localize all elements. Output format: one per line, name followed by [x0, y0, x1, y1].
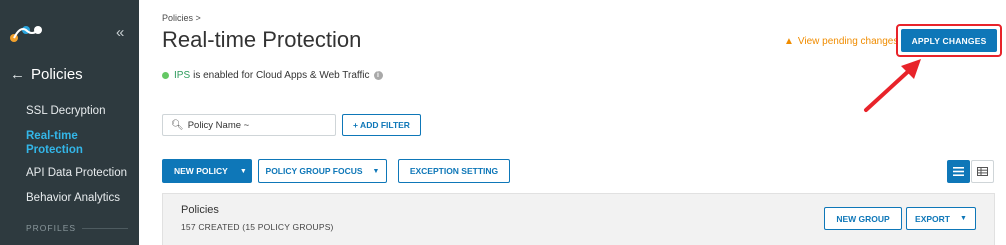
breadcrumb[interactable]: Policies >	[162, 13, 201, 23]
list-view-toggle[interactable]	[947, 160, 970, 183]
apply-changes-button[interactable]: APPLY CHANGES	[901, 29, 997, 52]
policies-panel-header: Policies 157 CREATED (15 POLICY GROUPS) …	[162, 193, 995, 245]
apply-changes-highlight: APPLY CHANGES	[896, 24, 1002, 57]
add-filter-button[interactable]: + ADD FILTER	[342, 114, 421, 136]
profiles-section-header: PROFILES	[26, 223, 129, 233]
search-icon: 🔍︎	[171, 119, 184, 131]
collapse-sidebar-icon[interactable]: «	[116, 24, 124, 41]
chevron-down-icon[interactable]: ▼	[240, 168, 247, 175]
sidebar-section-title: Policies	[31, 66, 83, 83]
pending-changes-label: View pending changes	[797, 36, 899, 47]
policy-count: 157 CREATED (15 POLICY GROUPS)	[181, 222, 334, 232]
sidebar-item-ssl-decryption[interactable]: SSL Decryption	[26, 104, 105, 118]
sidebar: « ← Policies SSL Decryption Real-time Pr…	[0, 0, 139, 245]
list-view-icon	[953, 167, 964, 176]
exception-setting-button[interactable]: EXCEPTION SETTING	[398, 159, 510, 183]
new-group-button[interactable]: NEW GROUP	[824, 207, 902, 230]
divider	[82, 227, 129, 229]
back-arrow-icon: ←	[10, 66, 25, 83]
table-view-toggle[interactable]	[971, 160, 994, 183]
profiles-label: PROFILES	[26, 223, 77, 233]
warning-icon: ▲	[784, 36, 794, 47]
new-policy-button[interactable]: NEW POLICY ▼	[162, 159, 252, 183]
export-dropdown[interactable]: EXPORT ▼	[906, 207, 976, 230]
info-icon[interactable]: i	[373, 71, 383, 80]
chevron-down-icon: ▼	[960, 215, 967, 222]
sidebar-item-real-time-protection[interactable]: Real-time Protection	[26, 129, 106, 157]
page-title: Real-time Protection	[162, 27, 362, 52]
panel-title: Policies	[181, 204, 219, 216]
export-label: EXPORT	[915, 213, 950, 224]
new-policy-label: NEW POLICY	[174, 166, 228, 176]
netskope-logo-icon	[10, 26, 42, 42]
sidebar-item-api-data-protection[interactable]: API Data Protection	[26, 166, 136, 180]
view-pending-changes-link[interactable]: ▲ View pending changes	[784, 36, 898, 47]
ips-status: IPS is enabled for Cloud Apps & Web Traf…	[162, 70, 383, 81]
back-to-policies[interactable]: ← Policies	[10, 66, 83, 83]
policy-name-search-input[interactable]	[187, 119, 328, 131]
ips-link[interactable]: IPS	[174, 70, 190, 81]
chevron-down-icon: ▼	[372, 167, 380, 175]
policy-group-focus-label: POLICY GROUP FOCUS	[265, 166, 363, 176]
status-dot-icon	[162, 72, 169, 79]
policy-group-focus-dropdown[interactable]: POLICY GROUP FOCUS ▼	[258, 159, 387, 183]
search-box[interactable]: 🔍︎	[162, 114, 336, 136]
sidebar-item-behavior-analytics[interactable]: Behavior Analytics	[26, 191, 136, 205]
ips-status-text: is enabled for Cloud Apps & Web Traffic	[193, 70, 370, 81]
table-view-icon	[977, 167, 988, 176]
